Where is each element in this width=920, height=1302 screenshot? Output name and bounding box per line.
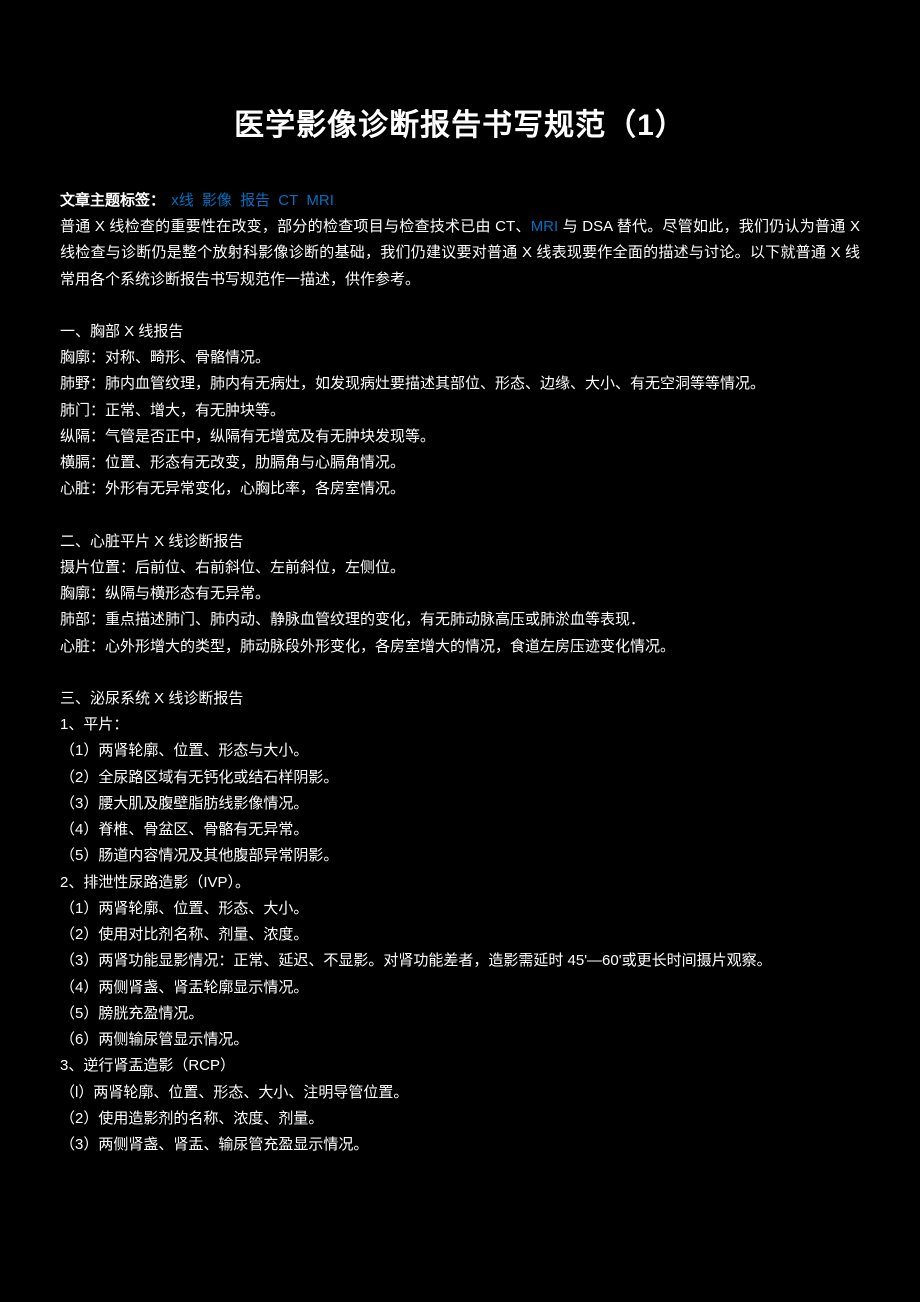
body-line: （1）两肾轮廓、位置、形态、大小。 [60,896,860,922]
body-line: 肺门：正常、增大，有无肿块等。 [60,398,860,424]
body-line: （2）全尿路区域有无钙化或结石样阴影。 [60,765,860,791]
body-line: 胸廓：对称、畸形、骨骼情况。 [60,345,860,371]
body-line: 心脏：外形有无异常变化，心胸比率，各房室情况。 [60,476,860,502]
section-heading: 一、胸部 X 线报告 [60,319,860,345]
section: 二、心脏平片 X 线诊断报告 摄片位置：后前位、右前斜位、左前斜位，左侧位。 胸… [60,529,860,660]
blank-line [60,293,860,319]
body-line: （5）肠道内容情况及其他腹部异常阴影。 [60,843,860,869]
body-line: （3）两侧肾盏、肾盂、输尿管充盈显示情况。 [60,1132,860,1158]
document-page: 医学影像诊断报告书写规范（1） 文章主题标签： x线 影像 报告 CT MRI … [0,0,920,1198]
blank-line [60,660,860,686]
section-heading: 三、泌尿系统 X 线诊断报告 [60,686,860,712]
section: 一、胸部 X 线报告 胸廓：对称、畸形、骨骼情况。 肺野：肺内血管纹理，肺内有无… [60,319,860,503]
intro-text: 普通 X 线检查的重要性在改变，部分的检查项目与检查技术已由 CT、 [60,218,531,235]
body-line: （l）两肾轮廓、位置、形态、大小、注明导管位置。 [60,1080,860,1106]
body-line: （4）脊椎、骨盆区、骨骼有无异常。 [60,817,860,843]
body-line: （2）使用对比剂名称、剂量、浓度。 [60,922,860,948]
body-line: （5）膀胱充盈情况。 [60,1001,860,1027]
tags-row: 文章主题标签： x线 影像 报告 CT MRI [60,189,860,210]
body-line: 1、平片： [60,712,860,738]
document-title: 医学影像诊断报告书写规范（1） [60,100,860,144]
tag-link[interactable]: x线 [171,192,194,209]
body-line: 摄片位置：后前位、右前斜位、左前斜位，左侧位。 [60,555,860,581]
blank-line [60,503,860,529]
tag-link[interactable]: 报告 [240,192,270,209]
body-line: 2、排泄性尿路造影（IVP）。 [60,870,860,896]
body-line: （3）腰大肌及腹壁脂肪线影像情况。 [60,791,860,817]
body-line: 肺部：重点描述肺门、肺内动、静脉血管纹理的变化，有无肺动脉高压或肺淤血等表现． [60,607,860,633]
body-line: 心脏：心外形增大的类型，肺动脉段外形变化，各房室增大的情况，食道左房压迹变化情况… [60,634,860,660]
tag-link[interactable]: CT [278,192,298,209]
body-line: （1）两肾轮廓、位置、形态与大小。 [60,738,860,764]
tags-label: 文章主题标签： [60,192,165,209]
tag-link[interactable]: MRI [306,192,334,209]
body-line: （2）使用造影剂的名称、浓度、剂量。 [60,1106,860,1132]
body-line: （6）两侧输尿管显示情况。 [60,1027,860,1053]
section: 三、泌尿系统 X 线诊断报告 1、平片： （1）两肾轮廓、位置、形态与大小。 （… [60,686,860,1159]
tag-link[interactable]: 影像 [202,192,232,209]
body-line: （3）两肾功能显影情况：正常、延迟、不显影。对肾功能差者，造影需延时 45'—6… [60,948,860,974]
body-line: （4）两侧肾盏、肾盂轮廓显示情况。 [60,975,860,1001]
body-line: 肺野：肺内血管纹理，肺内有无病灶，如发现病灶要描述其部位、形态、边缘、大小、有无… [60,371,860,397]
intro-paragraph: 普通 X 线检查的重要性在改变，部分的检查项目与检查技术已由 CT、MRI 与 … [60,214,860,293]
body-line: 横膈：位置、形态有无改变，肋膈角与心膈角情况。 [60,450,860,476]
section-heading: 二、心脏平片 X 线诊断报告 [60,529,860,555]
body-line: 3、逆行肾盂造影（RCP） [60,1053,860,1079]
body-line: 胸廓：纵隔与横形态有无异常。 [60,581,860,607]
body-line: 纵隔：气管是否正中，纵隔有无增宽及有无肿块发现等。 [60,424,860,450]
inline-link-mri[interactable]: MRI [531,218,559,235]
